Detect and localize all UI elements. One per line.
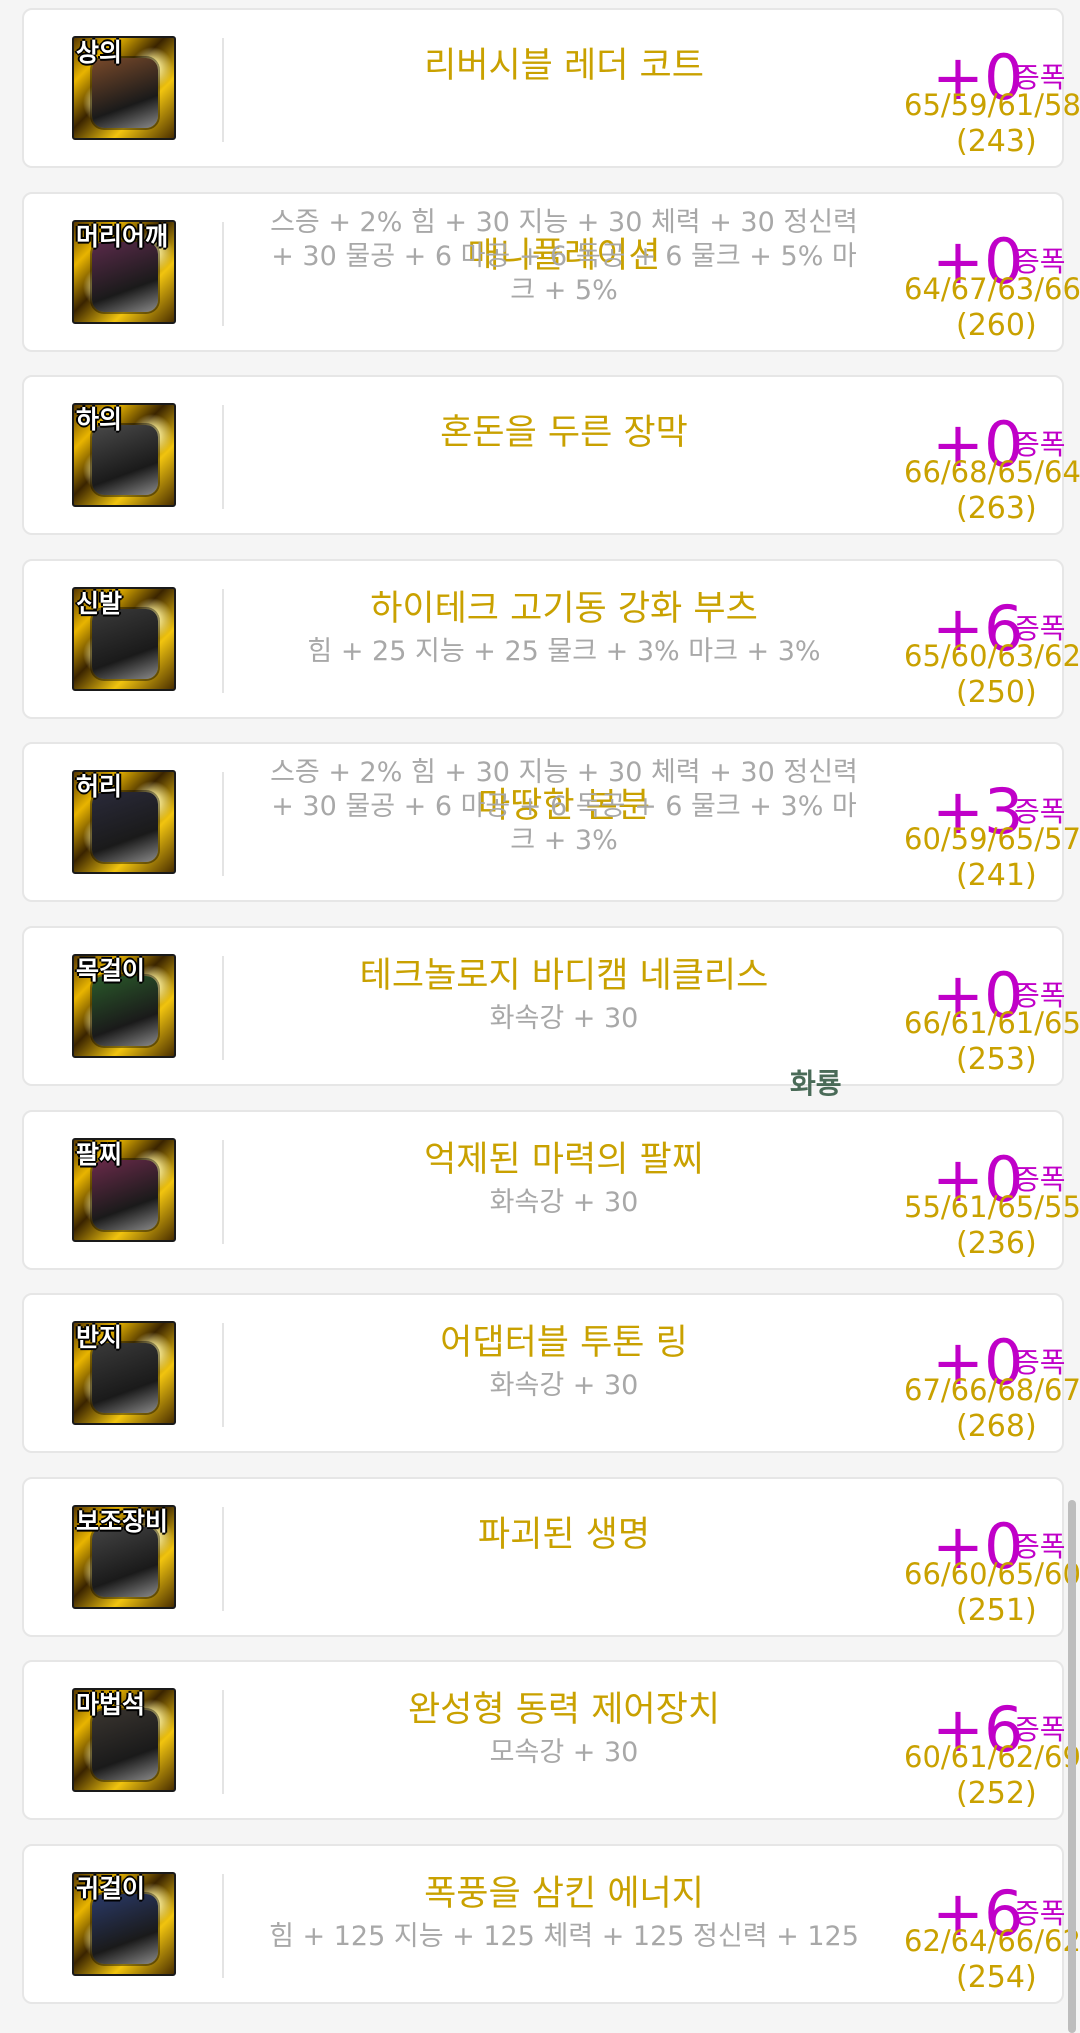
stat-ratio: 66/61/61/65 xyxy=(904,1006,1080,1040)
item-stats: 화속강 + 30 xyxy=(489,1370,639,1402)
item-art-icon xyxy=(92,1159,158,1230)
item-art-icon xyxy=(92,608,158,679)
scrollbar[interactable] xyxy=(1068,1500,1076,2033)
item-name: 리버시블 레더 코트 xyxy=(424,46,704,86)
item-name: 완성형 동력 제어장치 xyxy=(407,1690,721,1731)
item-art-icon xyxy=(92,241,158,312)
slot-label: 목걸이 xyxy=(76,956,146,985)
item-art-icon xyxy=(92,1526,158,1597)
item-icon: 귀걸이 xyxy=(72,1872,176,1976)
item-art-icon xyxy=(92,1710,158,1781)
item-art-icon xyxy=(92,792,158,863)
equipment-row[interactable]: 반지 어댑터블 투톤 링 화속강 + 30 +0 증폭 67/66/68/67 (268) xyxy=(22,1293,1080,1454)
divider xyxy=(222,405,224,510)
equipment-row[interactable]: 상의 리버시블 레더 코트 +0 증폭 65/59/61/58 (243) xyxy=(22,8,1080,168)
slot-label: 신발 xyxy=(76,588,123,618)
item-art-icon xyxy=(92,425,158,496)
item-name: 하이테크 고기동 강화 부츠 xyxy=(370,588,758,629)
stat-ratio: 66/68/65/64 xyxy=(904,455,1080,490)
item-art-icon xyxy=(92,976,158,1046)
item-name: 파괴된 생명 xyxy=(477,1514,651,1555)
divider xyxy=(222,38,224,142)
divider xyxy=(222,1506,224,1611)
equipment-row[interactable]: 머리어깨 매니퓰레이션 스증 + 2% 힘 + 30 지능 + 30 체력 + 30… xyxy=(22,191,1080,352)
item-icon: 반지 xyxy=(72,1321,176,1426)
stat-ratio: 64/67/63/66 xyxy=(904,271,1080,306)
stat-total: (241) xyxy=(956,858,1037,894)
divider xyxy=(222,956,224,1060)
stat-ratio: 65/59/61/58 xyxy=(904,88,1080,122)
stat-total: (252) xyxy=(956,1776,1037,1812)
stat-ratio: 67/66/68/67 xyxy=(904,1373,1080,1408)
item-art-icon xyxy=(92,1894,158,1964)
equipment-row[interactable]: 하의 혼돈을 두른 장막 +0 증폭 66/68/65/64 (263) xyxy=(22,375,1080,536)
divider xyxy=(222,1139,224,1244)
slot-label: 반지 xyxy=(76,1323,123,1353)
item-stats: 모속강 + 30 xyxy=(489,1737,639,1769)
slot-label: 상의 xyxy=(76,38,123,67)
equipment-row[interactable]: 팔찌 억제된 마력의 팔찌 화속강 + 30 +0 증폭 55/61/65/55 (236) xyxy=(22,1109,1080,1270)
stat-total: (243) xyxy=(956,124,1037,159)
divider xyxy=(222,221,224,326)
item-name: 어댑터블 투톤 링 xyxy=(440,1323,688,1364)
stat-ratio: 55/61/65/55 xyxy=(904,1189,1080,1224)
stat-ratio: 60/61/62/69 xyxy=(904,1740,1080,1775)
slot-label: 마법석 xyxy=(76,1690,146,1720)
item-icon: 신발 xyxy=(72,586,176,691)
item-name: 혼돈을 두른 장막 xyxy=(440,413,688,454)
item-name: 테크놀로지 바디캠 네클리스 xyxy=(359,956,769,996)
equipment-row[interactable]: 허리 마땅한 본분 스증 + 2% 힘 + 30 지능 + 30 체력 + 30 정… xyxy=(22,742,1080,903)
item-name: 폭풍을 삼킨 에너지 xyxy=(424,1874,704,1914)
item-stats: 힘 + 125 지능 + 125 체력 + 125 정신력 + 125 xyxy=(269,1921,859,1952)
stat-ratio: 60/59/65/57 xyxy=(904,822,1080,857)
equipment-row[interactable]: 귀걸이 폭풍을 삼킨 에너지힘 + 125 지능 + 125 체력 + 125 정… xyxy=(22,1844,1080,2004)
equipment-row[interactable]: 마법석 완성형 동력 제어장치 모속강 + 30 +6 증폭 60/61/62/69 (25… xyxy=(22,1660,1080,1821)
item-icon: 목걸이 xyxy=(72,954,176,1058)
item-icon: 보조장비 xyxy=(72,1504,176,1609)
stat-total: (254) xyxy=(956,1960,1037,1995)
equipment-row[interactable]: 목걸이 테크놀로지 바디캠 네클리스 화속강 + 30 +0 증폭 66/61/61/65… xyxy=(22,926,1080,1100)
stat-total: (268) xyxy=(956,1409,1037,1445)
stat-total: (260) xyxy=(956,307,1037,343)
equipment-row[interactable]: 신발 하이테크 고기동 강화 부츠힘 + 25 지능 + 25 물크 + 3% 마… xyxy=(22,558,1080,719)
divider xyxy=(222,772,224,877)
divider xyxy=(222,1874,224,1978)
item-icon: 마법석 xyxy=(72,1688,176,1793)
item-stats: 스증 + 2% 힘 + 30 지능 + 30 체력 + 30 정신력 + 30 … xyxy=(270,757,858,857)
slot-label: 귀걸이 xyxy=(76,1874,146,1903)
divider xyxy=(222,1690,224,1795)
slot-label: 팔찌 xyxy=(76,1139,123,1169)
item-art-icon xyxy=(92,58,158,128)
stat-ratio: 62/64/66/62 xyxy=(904,1924,1080,1958)
item-icon: 하의 xyxy=(72,403,176,508)
item-stats: 화속강 + 30 xyxy=(489,1186,639,1218)
item-icon: 허리 xyxy=(72,770,176,875)
divider xyxy=(222,588,224,693)
item-name: 억제된 마력의 팔찌 xyxy=(424,1139,704,1180)
stat-ratio: 65/60/63/62 xyxy=(904,638,1080,673)
divider xyxy=(222,1323,224,1428)
item-stats: 화속강 + 30 xyxy=(489,1003,639,1034)
element-tag: 화룡 xyxy=(790,1067,842,1100)
slot-label: 허리 xyxy=(76,772,123,802)
item-icon: 머리어깨 xyxy=(72,219,176,324)
slot-label: 보조장비 xyxy=(76,1506,169,1536)
item-icon: 상의 xyxy=(72,36,176,140)
stat-total: (251) xyxy=(956,1592,1037,1628)
stat-total: (250) xyxy=(956,674,1037,710)
stat-total: (263) xyxy=(956,491,1037,527)
stat-ratio: 66/60/65/60 xyxy=(904,1556,1080,1591)
item-stats: 스증 + 2% 힘 + 30 지능 + 30 체력 + 30 정신력 + 30 … xyxy=(270,206,858,306)
item-stats: 힘 + 25 지능 + 25 물크 + 3% 마크 + 3% xyxy=(307,635,821,667)
slot-label: 머리어깨 xyxy=(76,221,169,251)
item-art-icon xyxy=(92,1343,158,1414)
stat-total: (253) xyxy=(956,1042,1037,1077)
equipment-row[interactable]: 보조장비 파괴된 생명 +0 증폭 66/60/65/60 (251) xyxy=(22,1476,1080,1637)
stat-total: (236) xyxy=(956,1225,1037,1261)
item-icon: 팔찌 xyxy=(72,1137,176,1242)
slot-label: 하의 xyxy=(76,405,123,435)
